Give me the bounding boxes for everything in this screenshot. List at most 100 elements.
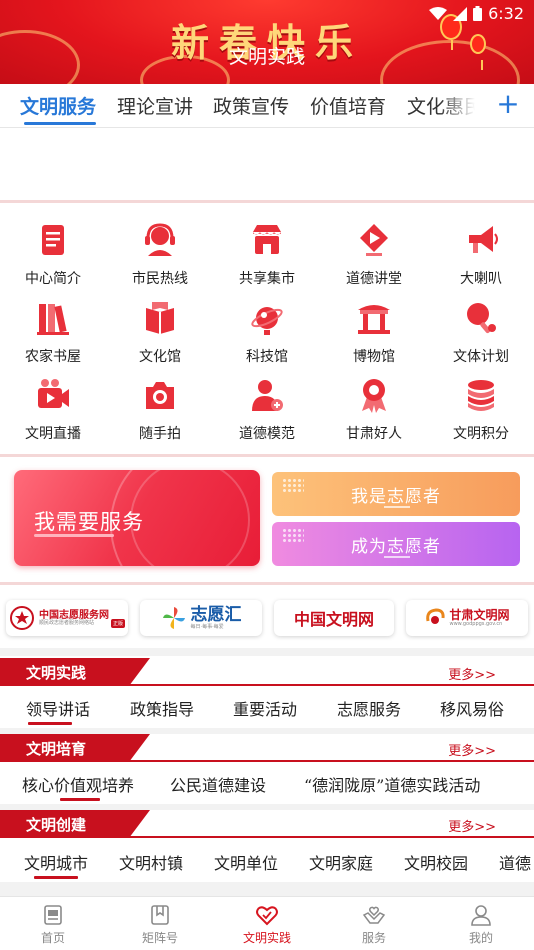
more-link[interactable]: 更多>> bbox=[448, 740, 496, 759]
subtab-civilized-family[interactable]: 文明家庭 bbox=[309, 850, 373, 874]
subtab-volunteer-service[interactable]: 志愿服务 bbox=[337, 696, 401, 720]
partner-zhiyuanhui[interactable]: 志愿汇 每日·每事·每爱 bbox=[140, 600, 262, 636]
nav-mine[interactable]: 我的 bbox=[431, 903, 531, 946]
award-ribbon-icon bbox=[362, 379, 386, 413]
section-subtabs-cultivation: 核心价值观培养 公民道德建设 “德润陇原”道德实践活动 bbox=[0, 766, 534, 802]
need-service-card[interactable]: 我需要服务 bbox=[14, 470, 260, 566]
coins-icon bbox=[468, 380, 494, 411]
nav-label: 矩阵号 bbox=[141, 931, 178, 945]
grid-label: 文明积分 bbox=[453, 426, 509, 442]
subtab-morality[interactable]: 道德 bbox=[499, 850, 531, 874]
app-screen: 新春快乐 文明实践 6:32 文明服务 理论宣讲 政策宣传 价值培育 文化惠民 … bbox=[0, 0, 534, 950]
table-tennis-icon bbox=[467, 303, 496, 334]
grid-item-shared-market[interactable]: 共享集市 bbox=[222, 220, 312, 288]
tab-wenming-fuwu[interactable]: 文明服务 bbox=[20, 92, 96, 119]
grid-item-citizen-hotline[interactable]: 市民热线 bbox=[115, 220, 205, 288]
status-bar: 6:32 bbox=[429, 4, 524, 23]
grid-label: 农家书屋 bbox=[25, 349, 81, 365]
partner-sub: www.godppgs.gov.cn bbox=[449, 620, 503, 627]
header-banner: 新春快乐 文明实践 6:32 bbox=[0, 0, 534, 84]
satellite-icon bbox=[251, 307, 283, 335]
subtab-civilized-city[interactable]: 文明城市 bbox=[24, 850, 88, 874]
active-subtab-indicator bbox=[60, 798, 100, 801]
grid-item-moral-model[interactable]: 道德模范 bbox=[222, 375, 312, 443]
grid-item-moral-lecture[interactable]: 道德讲堂 bbox=[329, 220, 419, 288]
grid-label: 文明直播 bbox=[25, 426, 81, 442]
grid-item-gansu-good-people[interactable]: 甘肃好人 bbox=[329, 375, 419, 443]
section-header-cultivation: 文明培育 更多>> bbox=[0, 734, 534, 762]
card-underline bbox=[384, 506, 410, 508]
grid-item-museum[interactable]: 博物馆 bbox=[329, 298, 419, 366]
partner-sub: 顺民政志愿者服务网络站 bbox=[38, 619, 94, 626]
grid-label: 共享集市 bbox=[239, 271, 295, 287]
become-volunteer-card[interactable]: 成为志愿者 bbox=[272, 522, 520, 566]
partner-name: 志愿汇 bbox=[190, 604, 242, 625]
subtab-major-events[interactable]: 重要活动 bbox=[233, 696, 297, 720]
subtab-civilized-campus[interactable]: 文明校园 bbox=[404, 850, 468, 874]
subtab-core-values[interactable]: 核心价值观培养 bbox=[22, 772, 134, 796]
grid-item-culture-center[interactable]: 文化馆 bbox=[115, 298, 205, 366]
page-title: 文明实践 bbox=[228, 46, 305, 68]
subtab-civic-morality[interactable]: 公民道德建设 bbox=[170, 772, 266, 796]
tab-jiazhi-peiyu[interactable]: 价值培育 bbox=[310, 92, 386, 119]
user-icon bbox=[471, 905, 491, 926]
document-icon bbox=[42, 225, 64, 255]
grid-item-farm-library[interactable]: 农家书屋 bbox=[8, 298, 98, 366]
grid-item-science-museum[interactable]: 科技馆 bbox=[222, 298, 312, 366]
grid-label: 文体计划 bbox=[453, 349, 509, 365]
headset-icon bbox=[145, 223, 175, 256]
i-am-volunteer-card[interactable]: 我是志愿者 bbox=[272, 472, 520, 516]
grid-label: 文化馆 bbox=[139, 349, 181, 365]
plus-icon[interactable]: + bbox=[494, 88, 522, 120]
section-header-creation: 文明创建 更多>> bbox=[0, 810, 534, 838]
megaphone-icon bbox=[469, 226, 498, 253]
person-add-icon bbox=[252, 380, 283, 411]
section-divider bbox=[0, 648, 534, 656]
need-service-label: 我需要服务 bbox=[34, 510, 144, 534]
subtab-leader-speech[interactable]: 领导讲话 bbox=[26, 696, 90, 720]
subtab-derun-longyuan[interactable]: “德润陇原”道德实践活动 bbox=[304, 772, 480, 796]
wifi-icon bbox=[429, 6, 448, 20]
partner-sub: 每日·每事·每爱 bbox=[190, 623, 224, 630]
volunteer-logo-icon bbox=[9, 606, 34, 630]
more-link[interactable]: 更多>> bbox=[448, 816, 496, 835]
grid-label: 大喇叭 bbox=[460, 271, 502, 287]
tab-lilun-xuanjiang[interactable]: 理论宣讲 bbox=[117, 92, 193, 119]
nav-civility-practice[interactable]: 文明实践 bbox=[217, 903, 317, 946]
subtab-customs-reform[interactable]: 移风易俗 bbox=[440, 696, 504, 720]
section-header-practice: 文明实践 更多>> bbox=[0, 658, 534, 686]
grid-label: 市民热线 bbox=[132, 271, 188, 287]
grid-label: 道德模范 bbox=[239, 426, 295, 442]
grid-item-snapshot[interactable]: 随手拍 bbox=[115, 375, 205, 443]
museum-icon bbox=[358, 305, 390, 334]
tab-zhengce-xuanchuan[interactable]: 政策宣传 bbox=[213, 92, 289, 119]
grid-item-loudspeaker[interactable]: 大喇叭 bbox=[436, 220, 526, 288]
partner-china-civility-net[interactable]: 中国文明网 bbox=[274, 600, 394, 636]
section-title: 文明培育 bbox=[26, 740, 87, 758]
nav-home[interactable]: 首页 bbox=[3, 903, 103, 946]
nav-label: 文明实践 bbox=[242, 931, 291, 945]
nav-service[interactable]: 服务 bbox=[324, 903, 424, 946]
grid-item-sports-plan[interactable]: 文体计划 bbox=[436, 298, 526, 366]
subtab-civilized-village[interactable]: 文明村镇 bbox=[119, 850, 183, 874]
subtab-civilized-unit[interactable]: 文明单位 bbox=[214, 850, 278, 874]
partner-badge: 正版 bbox=[110, 619, 125, 628]
section-rule bbox=[0, 684, 534, 686]
grid-item-civility-points[interactable]: 文明积分 bbox=[436, 375, 526, 443]
books-icon bbox=[37, 304, 69, 335]
partner-gansu-civility-net[interactable]: 甘肃文明网 www.godppgs.gov.cn bbox=[406, 600, 528, 636]
section-rule bbox=[0, 760, 534, 762]
section-divider bbox=[0, 200, 534, 203]
nav-matrix[interactable]: 矩阵号 bbox=[110, 903, 210, 946]
shop-icon bbox=[253, 225, 281, 254]
subtab-policy-guidance[interactable]: 政策指导 bbox=[130, 696, 194, 720]
active-subtab-indicator bbox=[34, 876, 78, 879]
more-link[interactable]: 更多>> bbox=[448, 664, 496, 683]
nav-label: 首页 bbox=[40, 931, 65, 945]
grid-item-center-intro[interactable]: 中心简介 bbox=[8, 220, 98, 288]
partner-china-volunteer-net[interactable]: 中国志愿服务网 顺民政志愿者服务网络站 正版 bbox=[6, 600, 128, 636]
bottom-navigation: 首页 矩阵号 文明实践 服务 我的 bbox=[0, 896, 534, 950]
section-divider bbox=[0, 582, 534, 585]
grid-item-live-stream[interactable]: 文明直播 bbox=[8, 375, 98, 443]
i-am-volunteer-label: 我是志愿者 bbox=[351, 487, 441, 507]
